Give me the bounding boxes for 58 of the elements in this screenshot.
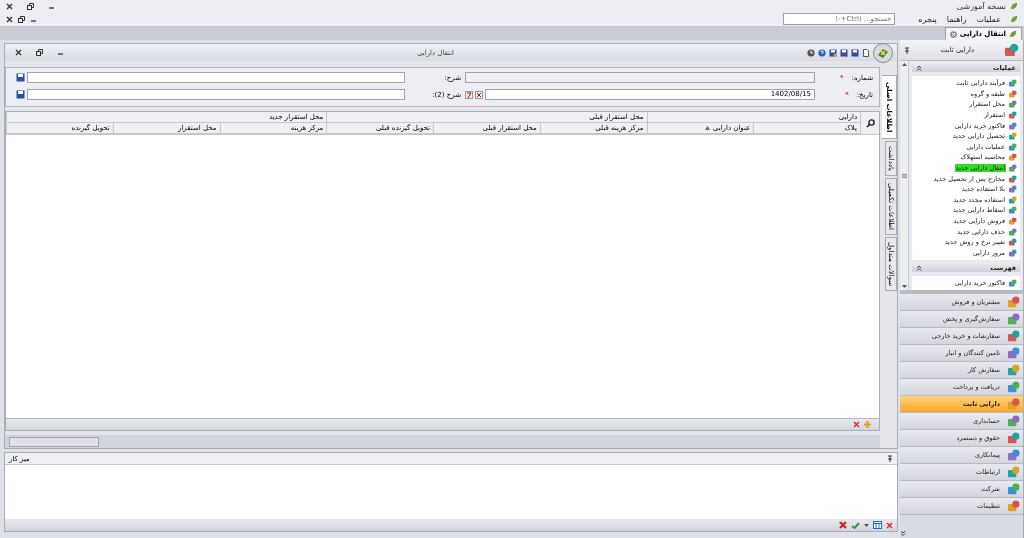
tile-icon [1009,100,1017,109]
input-field[interactable] [27,72,405,83]
clock-icon[interactable] [807,48,815,57]
app-logo-icon[interactable] [873,42,893,63]
save-icon[interactable] [16,90,25,99]
module-icon [1008,313,1020,325]
restore-icon[interactable] [18,15,25,23]
pin-icon[interactable] [904,46,910,54]
check-icon[interactable] [851,521,860,529]
leaf-logo-icon [1010,15,1018,23]
restore-icon[interactable] [27,2,34,10]
save-icon[interactable] [829,48,837,57]
module-icon [1008,347,1020,359]
module-icon [1008,483,1020,495]
chevron-icon[interactable] [916,265,922,272]
menu-item[interactable]: راهنما [945,14,968,24]
dropdown-icon[interactable] [864,523,869,527]
module-icon [1005,43,1019,57]
help-icon[interactable] [818,48,826,57]
clear-icon[interactable] [475,90,483,99]
close-icon[interactable] [6,15,13,23]
module-icon [1008,398,1020,410]
chevron-icon[interactable] [916,65,922,71]
module-icon [1008,381,1020,393]
search-icon[interactable] [865,118,875,128]
chevron-icon[interactable] [900,530,906,536]
scroll-up-icon[interactable] [901,63,907,66]
tile-icon [1009,279,1017,288]
menu-item[interactable]: عملیات [975,14,1002,24]
document-icon[interactable] [862,48,870,57]
module-icon [1008,415,1020,427]
delete-icon[interactable] [839,521,847,529]
save-icon[interactable] [16,73,25,82]
module-icon [1008,296,1020,308]
leaf-logo-icon [1009,30,1017,38]
delete-icon[interactable] [853,421,860,429]
restore-icon[interactable] [36,49,43,56]
save-icon[interactable] [840,48,848,57]
close-icon[interactable] [15,49,22,56]
scroll-thumb-icon[interactable] [901,173,907,178]
tile-icon [1009,227,1017,236]
close-icon[interactable] [6,2,13,10]
leaf-logo-icon [1010,2,1018,10]
menu-item[interactable]: پنجره [917,14,938,24]
tile-icon [1009,217,1017,225]
module-icon [1008,432,1020,444]
module-icon [1008,500,1020,512]
module-icon [1008,466,1020,478]
app-title: نسخه آموزشی [956,1,1006,11]
tile-icon [1009,153,1017,162]
module-icon [1008,364,1020,376]
pin-icon[interactable] [887,455,893,463]
save-icon[interactable] [851,48,859,57]
tile-icon [1009,206,1017,215]
module-icon [1008,449,1020,461]
scroll-down-icon[interactable] [901,285,907,288]
input-field[interactable] [27,89,405,100]
module-icon [1008,330,1020,342]
